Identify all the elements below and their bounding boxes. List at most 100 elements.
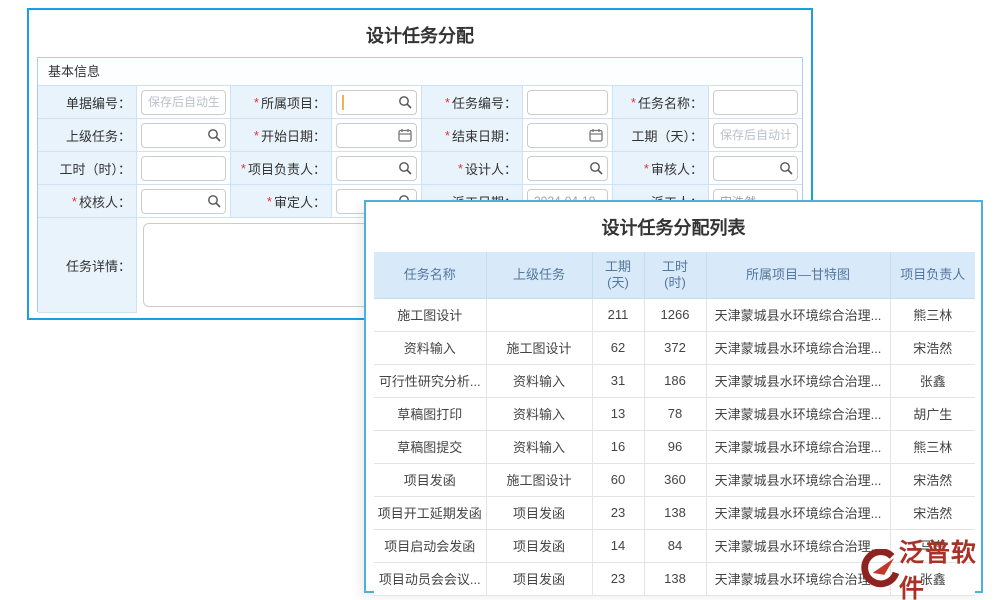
project-link[interactable]: 天津蒙城县水环境综合治理...: [706, 463, 890, 496]
project-link[interactable]: 天津蒙城县水环境综合治理...: [706, 430, 890, 463]
page: 设计任务分配 基本信息 单据编号：*所属项目：*任务编号：*任务名称：上级任务：…: [0, 0, 1000, 600]
table-row-6: 项目开工延期发函项目发函23138天津蒙城县水环境综合治理...宋浩然: [374, 496, 975, 529]
field-label-text: 审核人：: [651, 159, 703, 178]
field-cell-r1c0: [137, 119, 231, 152]
col-header-4: 所属项目—甘特图: [706, 252, 890, 298]
table-row-4: 草稿图提交资料输入1696天津蒙城县水环境综合治理...熊三林: [374, 430, 975, 463]
required-asterisk: *: [267, 194, 272, 209]
field-cell-r2c2: [523, 152, 613, 185]
cell-parent: 施工图设计: [486, 331, 592, 364]
col-header-2: 工期(天): [592, 252, 644, 298]
field-label-text: 单据编号：: [66, 93, 131, 112]
calendar-icon[interactable]: [589, 128, 603, 142]
required-asterisk: *: [254, 95, 259, 110]
field-label-r0c1: *所属项目：: [231, 86, 332, 119]
cell-task: 项目启动会发函: [374, 529, 486, 562]
cell-task: 项目动员会会议...: [374, 562, 486, 595]
cell-parent: 资料输入: [486, 430, 592, 463]
cell-task: 资料输入: [374, 331, 486, 364]
text-input-r2c0[interactable]: [141, 156, 226, 181]
search-icon-holder[interactable]: [398, 95, 412, 109]
input-wrap: [713, 90, 798, 115]
table-row-5: 项目发函施工图设计60360天津蒙城县水环境综合治理...宋浩然: [374, 463, 975, 496]
cell-hours: 360: [644, 463, 706, 496]
watermark-brand: 泛普软件: [899, 533, 1000, 600]
cell-hours: 84: [644, 529, 706, 562]
field-label-r1c0: 上级任务：: [38, 119, 137, 152]
field-label-r2c3: *审核人：: [613, 152, 709, 185]
project-link[interactable]: 天津蒙城县水环境综合治理...: [706, 331, 890, 364]
cell-hours: 96: [644, 430, 706, 463]
field-label-r3c1: *审定人：: [231, 185, 332, 218]
search-icon-holder[interactable]: [779, 161, 793, 175]
field-cell-r3c0: [137, 185, 231, 218]
search-icon-holder[interactable]: [398, 161, 412, 175]
field-label-text: 结束日期：: [452, 126, 517, 145]
text-caret: [342, 95, 344, 110]
field-label-text: 上级任务：: [66, 126, 131, 145]
form-grid: 单据编号：*所属项目：*任务编号：*任务名称：上级任务：*开始日期：*结束日期：…: [38, 86, 802, 218]
cell-hours: 78: [644, 397, 706, 430]
input-wrap: [527, 123, 608, 148]
field-label-r0c0: 单据编号：: [38, 86, 137, 119]
cell-parent: [486, 298, 592, 331]
search-icon[interactable]: [207, 194, 221, 208]
field-label-r1c1: *开始日期：: [231, 119, 332, 152]
field-label-r2c1: *项目负责人：: [231, 152, 332, 185]
cell-owner: 熊三林: [890, 430, 975, 463]
search-icon[interactable]: [589, 161, 603, 175]
input-wrap: [141, 156, 226, 181]
field-cell-r2c3: [709, 152, 802, 185]
cell-hours: 1266: [644, 298, 706, 331]
calendar-icon[interactable]: [398, 128, 412, 142]
field-label-text: 所属项目：: [261, 93, 326, 112]
field-label-r2c2: *设计人：: [422, 152, 523, 185]
field-cell-r0c2: [523, 86, 613, 119]
input-wrap: [336, 156, 417, 181]
cell-owner: 熊三林: [890, 298, 975, 331]
search-icon-holder[interactable]: [207, 128, 221, 142]
cell-parent: 项目发函: [486, 496, 592, 529]
search-icon-holder[interactable]: [207, 194, 221, 208]
field-cell-r2c0: [137, 152, 231, 185]
cell-task: 施工图设计: [374, 298, 486, 331]
search-icon[interactable]: [779, 161, 793, 175]
cell-parent: 项目发函: [486, 529, 592, 562]
input-wrap: [336, 90, 417, 115]
date-icon-holder[interactable]: [589, 128, 603, 142]
field-cell-r0c0: [137, 86, 231, 119]
cell-parent: 施工图设计: [486, 463, 592, 496]
required-asterisk: *: [644, 161, 649, 176]
field-label-text: 开始日期：: [261, 126, 326, 145]
field-label-r3c0: *校核人：: [38, 185, 137, 218]
search-icon-holder[interactable]: [589, 161, 603, 175]
project-link[interactable]: 天津蒙城县水环境综合治理...: [706, 364, 890, 397]
search-icon[interactable]: [207, 128, 221, 142]
field-label-r2c0: 工时（时）：: [38, 152, 137, 185]
cell-days: 23: [592, 496, 644, 529]
field-label-text: 工时（时）：: [59, 159, 131, 178]
cell-owner: 宋浩然: [890, 496, 975, 529]
cell-days: 14: [592, 529, 644, 562]
date-icon-holder[interactable]: [398, 128, 412, 142]
col-header-5: 项目负责人: [890, 252, 975, 298]
text-input-r0c0[interactable]: [141, 90, 226, 115]
search-icon[interactable]: [398, 95, 412, 109]
input-wrap: [141, 90, 226, 115]
field-label-r1c2: *结束日期：: [422, 119, 523, 152]
text-input-r1c3[interactable]: [713, 123, 798, 148]
text-input-r0c3[interactable]: [713, 90, 798, 115]
field-label-text: 任务编号：: [452, 93, 517, 112]
search-icon[interactable]: [398, 161, 412, 175]
task-detail-label-text: 任务详情：: [66, 256, 131, 275]
project-link[interactable]: 天津蒙城县水环境综合治理...: [706, 298, 890, 331]
cell-hours: 372: [644, 331, 706, 364]
text-input-r0c2[interactable]: [527, 90, 608, 115]
project-link[interactable]: 天津蒙城县水环境综合治理...: [706, 397, 890, 430]
project-link[interactable]: 天津蒙城县水环境综合治理...: [706, 496, 890, 529]
table-row-3: 草稿图打印资料输入1378天津蒙城县水环境综合治理...胡广生: [374, 397, 975, 430]
field-cell-r0c3: [709, 86, 802, 119]
cell-task: 项目开工延期发函: [374, 496, 486, 529]
watermark: 泛普软件 www.fanpusoft.com: [860, 533, 1000, 600]
cell-days: 31: [592, 364, 644, 397]
